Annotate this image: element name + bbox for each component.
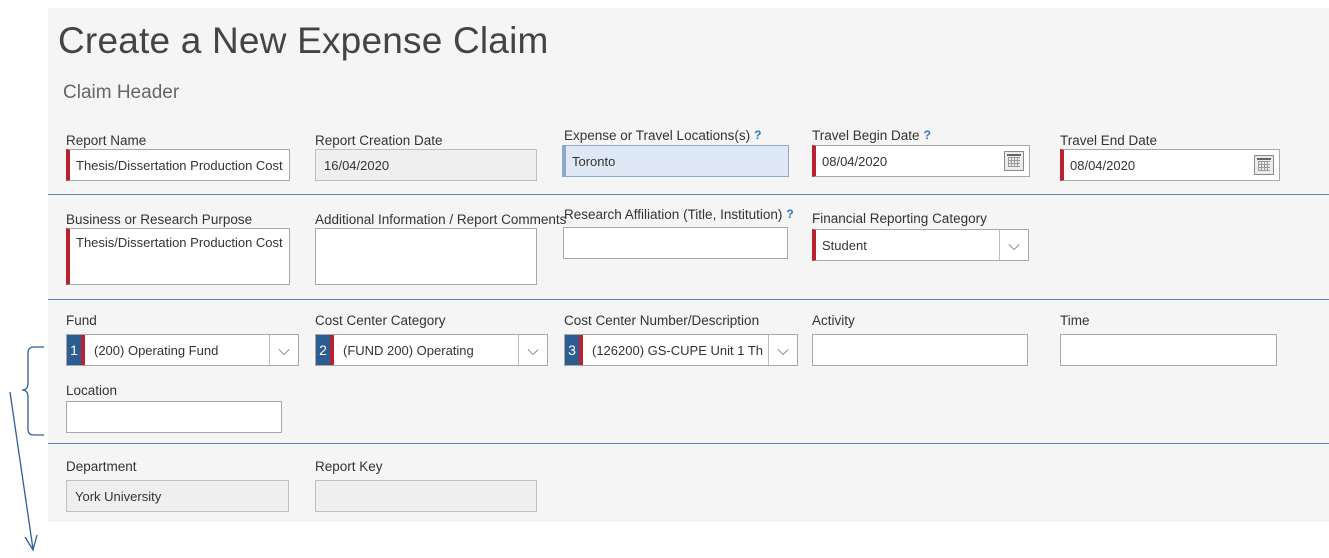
chevron-down-icon[interactable]: ⌵ [768,335,797,365]
travel-begin-date-label: Travel Begin Date? [812,128,931,143]
purpose-value: Thesis/Dissertation Production Cost [76,235,283,250]
travel-begin-date-value: 08/04/2020 [822,153,888,169]
financial-category-value: Student [822,237,867,253]
report-name-value: Thesis/Dissertation Production Cost [76,157,283,173]
cost-center-category-value: (FUND 200) Operating [343,342,474,358]
cost-center-category-select[interactable]: 2 (FUND 200) Operating ⌵ [315,334,548,366]
report-key-label: Report Key [315,459,383,474]
cost-center-number-value: (126200) GS-CUPE Unit 1 Th [592,342,763,358]
help-icon[interactable]: ? [754,128,761,142]
divider [48,299,1329,300]
financial-category-label: Financial Reporting Category [812,211,987,226]
fund-label: Fund [66,313,97,328]
chevron-down-icon[interactable]: ⌵ [999,230,1028,260]
department-field: York University [66,480,289,512]
travel-end-date-label: Travel End Date [1060,133,1158,148]
report-creation-date-field: 16/04/2020 [315,149,537,181]
travel-end-date-value: 08/04/2020 [1070,157,1136,173]
chevron-down-icon[interactable]: ⌵ [269,335,298,365]
fund-value: (200) Operating Fund [94,342,219,358]
step-badge: 2 [316,335,334,365]
divider [48,443,1329,444]
cost-center-number-select[interactable]: 3 (126200) GS-CUPE Unit 1 Th ⌵ [564,334,798,366]
chevron-down-icon[interactable]: ⌵ [518,335,547,365]
research-affiliation-label-text: Research Affiliation (Title, Institution… [564,207,783,222]
locations-label: Expense or Travel Locations(s)? [564,128,761,143]
report-key-field [315,480,537,512]
department-value: York University [75,488,162,504]
purpose-label: Business or Research Purpose [66,212,253,227]
report-creation-date-value: 16/04/2020 [324,157,390,173]
page-title: Create a New Expense Claim [58,20,549,61]
cost-center-category-label: Cost Center Category [315,313,446,328]
research-affiliation-label: Research Affiliation (Title, Institution… [564,207,794,222]
travel-end-date-field[interactable]: 08/04/2020 [1060,149,1280,181]
travel-begin-date-label-text: Travel Begin Date [812,128,920,143]
time-label: Time [1060,313,1090,328]
annotation-bracket-arrow [9,346,44,552]
section-title: Claim Header [63,82,180,103]
help-icon[interactable]: ? [786,207,793,221]
additional-info-field[interactable] [315,228,537,285]
financial-category-select[interactable]: Student ⌵ [812,229,1029,261]
locations-field[interactable]: Toronto [562,145,789,177]
divider [48,194,1329,195]
location-field[interactable] [66,401,282,433]
activity-field[interactable] [812,334,1028,366]
purpose-field[interactable]: Thesis/Dissertation Production Cost [66,228,290,285]
research-affiliation-field[interactable] [563,227,788,259]
calendar-icon[interactable] [1254,155,1274,175]
additional-info-label: Additional Information / Report Comments [315,212,567,227]
activity-label: Activity [812,313,855,328]
travel-begin-date-field[interactable]: 08/04/2020 [812,145,1030,177]
step-badge: 1 [67,335,85,365]
cost-center-number-label: Cost Center Number/Description [564,313,760,328]
location-label: Location [66,383,118,398]
department-label: Department [66,459,137,474]
fund-select[interactable]: 1 (200) Operating Fund ⌵ [66,334,299,366]
calendar-icon[interactable] [1004,151,1024,171]
report-name-field[interactable]: Thesis/Dissertation Production Cost [66,149,290,181]
locations-label-text: Expense or Travel Locations(s) [564,128,751,143]
help-icon[interactable]: ? [924,128,931,142]
time-field[interactable] [1060,334,1277,366]
locations-value: Toronto [572,153,616,169]
step-badge: 3 [565,335,583,365]
report-creation-date-label: Report Creation Date [315,133,443,148]
report-name-label: Report Name [66,133,147,148]
